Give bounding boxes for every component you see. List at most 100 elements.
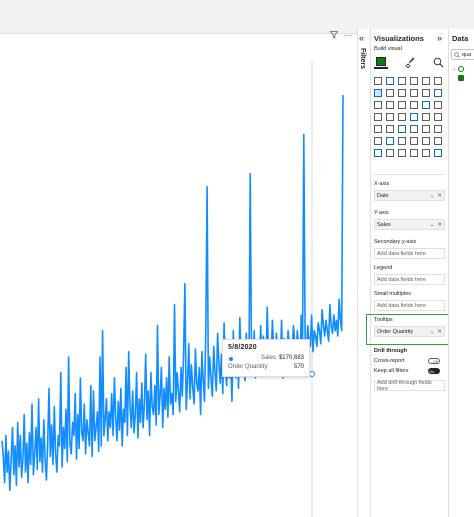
power-automate-icon[interactable] bbox=[397, 148, 407, 158]
visual-glyph bbox=[410, 149, 418, 157]
cross-report-toggle[interactable]: Off bbox=[428, 358, 440, 364]
series-layer bbox=[1, 95, 344, 492]
tooltip-date: 5/8/2020 bbox=[228, 344, 257, 351]
table-node[interactable]: ⌄ bbox=[452, 64, 465, 73]
trophy-icon[interactable] bbox=[409, 148, 419, 158]
r-visual-icon[interactable] bbox=[433, 124, 443, 134]
stacked-area-chart-icon[interactable] bbox=[397, 88, 407, 98]
donut-chart-icon[interactable] bbox=[421, 100, 431, 110]
tooltip-value: 570 bbox=[293, 364, 304, 370]
pie-chart-icon[interactable] bbox=[409, 100, 419, 110]
visual-glyph bbox=[410, 113, 418, 121]
visual-glyph bbox=[374, 113, 382, 121]
sales-series-line[interactable] bbox=[1, 95, 344, 492]
secondary-yaxis-well[interactable]: Add data fields here bbox=[374, 248, 445, 259]
r-script-icon[interactable] bbox=[373, 136, 383, 146]
filters-pane-collapsed[interactable] bbox=[357, 29, 370, 517]
decomposition-tree-icon[interactable] bbox=[409, 136, 419, 146]
kpi-icon[interactable] bbox=[385, 124, 395, 134]
visual-glyph bbox=[398, 137, 406, 145]
slicer-icon[interactable] bbox=[397, 124, 407, 134]
map-icon[interactable] bbox=[373, 112, 383, 122]
table-icon[interactable] bbox=[409, 124, 419, 134]
build-visual-icon bbox=[376, 56, 386, 66]
treemap-icon[interactable] bbox=[433, 100, 443, 110]
filters-label[interactable]: Filters bbox=[359, 48, 366, 69]
field-node[interactable] bbox=[452, 73, 464, 82]
visual-glyph bbox=[434, 89, 442, 97]
python-visual-icon[interactable] bbox=[385, 136, 395, 146]
clustered-bar-chart-icon[interactable] bbox=[397, 76, 407, 86]
checkbox-checked-icon[interactable] bbox=[458, 74, 464, 81]
line-chart-icon[interactable] bbox=[373, 88, 383, 98]
stacked-column-chart-icon[interactable] bbox=[385, 76, 395, 86]
visual-glyph bbox=[386, 149, 394, 157]
data-pane bbox=[448, 29, 474, 517]
data-search-input[interactable]: qua bbox=[451, 49, 474, 60]
visual-glyph bbox=[422, 89, 430, 97]
ribbon-chart-icon[interactable] bbox=[433, 88, 443, 98]
visual-glyph bbox=[422, 101, 430, 109]
key-influencers-icon[interactable] bbox=[397, 136, 407, 146]
tooltip-label: Order Quantity bbox=[228, 364, 268, 370]
expand-filters-icon[interactable]: « bbox=[359, 33, 364, 43]
power-apps-icon[interactable] bbox=[385, 148, 395, 158]
close-icon[interactable]: ✕ bbox=[437, 222, 442, 228]
gauge-icon[interactable] bbox=[421, 112, 431, 122]
visual-glyph bbox=[422, 149, 430, 157]
drill-through-well[interactable]: Add drill-through fields here bbox=[374, 380, 445, 392]
chevron-down-icon[interactable]: ⌄ bbox=[452, 66, 456, 72]
visual-glyph bbox=[374, 149, 382, 157]
paginated-report-icon[interactable] bbox=[373, 148, 383, 158]
shape-map-icon[interactable] bbox=[397, 112, 407, 122]
collapse-visualizations-icon[interactable]: » bbox=[437, 33, 442, 43]
qa-icon[interactable] bbox=[421, 136, 431, 146]
card-icon[interactable] bbox=[433, 112, 443, 122]
clustered-column-chart-icon[interactable] bbox=[409, 76, 419, 86]
keep-all-filters-row: Keep all filters On bbox=[374, 368, 440, 374]
scatter-chart-icon[interactable] bbox=[397, 100, 407, 110]
100-column-chart-icon[interactable] bbox=[433, 76, 443, 86]
multi-row-card-icon[interactable] bbox=[373, 124, 383, 134]
stacked-bar-chart-icon[interactable] bbox=[373, 76, 383, 86]
diamond-icon[interactable] bbox=[421, 148, 431, 158]
visual-glyph bbox=[422, 77, 430, 85]
visual-glyph bbox=[434, 101, 442, 109]
chart-tooltip: 5/8/2020 Sales $170,683 Order Quantity 5… bbox=[222, 339, 310, 377]
legend-well[interactable]: Add data fields here bbox=[374, 274, 445, 285]
keep-all-filters-toggle[interactable]: On bbox=[428, 368, 440, 374]
area-chart-icon[interactable] bbox=[385, 88, 395, 98]
tooltips-highlight-box bbox=[366, 314, 450, 345]
visual-glyph bbox=[374, 89, 382, 97]
report-canvas[interactable]: ⋯ 5/8/2020 Sales $170,683 Order Quantity… bbox=[0, 0, 357, 517]
build-visual-tab[interactable] bbox=[374, 55, 388, 69]
xaxis-well[interactable]: Date ⌄ ✕ bbox=[374, 190, 445, 201]
line-chart[interactable] bbox=[0, 34, 357, 517]
visual-glyph bbox=[374, 125, 382, 133]
format-visual-tab[interactable] bbox=[402, 55, 416, 69]
yaxis-well[interactable]: Sales ⌄ ✕ bbox=[374, 219, 445, 230]
azure-map-icon[interactable] bbox=[409, 112, 419, 122]
close-icon[interactable]: ✕ bbox=[437, 193, 442, 199]
divider bbox=[373, 174, 445, 175]
search-icon bbox=[454, 51, 460, 58]
chevron-down-icon[interactable]: ⌄ bbox=[430, 222, 435, 228]
line-column-chart-icon[interactable] bbox=[409, 88, 419, 98]
waterfall-chart-icon[interactable] bbox=[373, 100, 383, 110]
funnel-chart-icon[interactable] bbox=[385, 100, 395, 110]
visual-glyph bbox=[410, 125, 418, 133]
small-multiples-well[interactable]: Add data fields here bbox=[374, 300, 445, 311]
series-color-dot bbox=[229, 357, 233, 361]
canvas-top-bar bbox=[0, 0, 357, 34]
smart-narrative-icon[interactable] bbox=[433, 136, 443, 146]
visual-glyph bbox=[422, 137, 430, 145]
analytics-tab[interactable] bbox=[431, 55, 445, 69]
line-clustered-column-icon[interactable] bbox=[421, 88, 431, 98]
filled-map-icon[interactable] bbox=[385, 112, 395, 122]
visual-glyph bbox=[434, 149, 442, 157]
more-visuals-icon[interactable] bbox=[433, 148, 443, 158]
100-bar-chart-icon[interactable] bbox=[421, 76, 431, 86]
matrix-icon[interactable] bbox=[421, 124, 431, 134]
chevron-down-icon[interactable]: ⌄ bbox=[430, 193, 435, 199]
yaxis-well-title: Y-axis bbox=[374, 210, 389, 216]
